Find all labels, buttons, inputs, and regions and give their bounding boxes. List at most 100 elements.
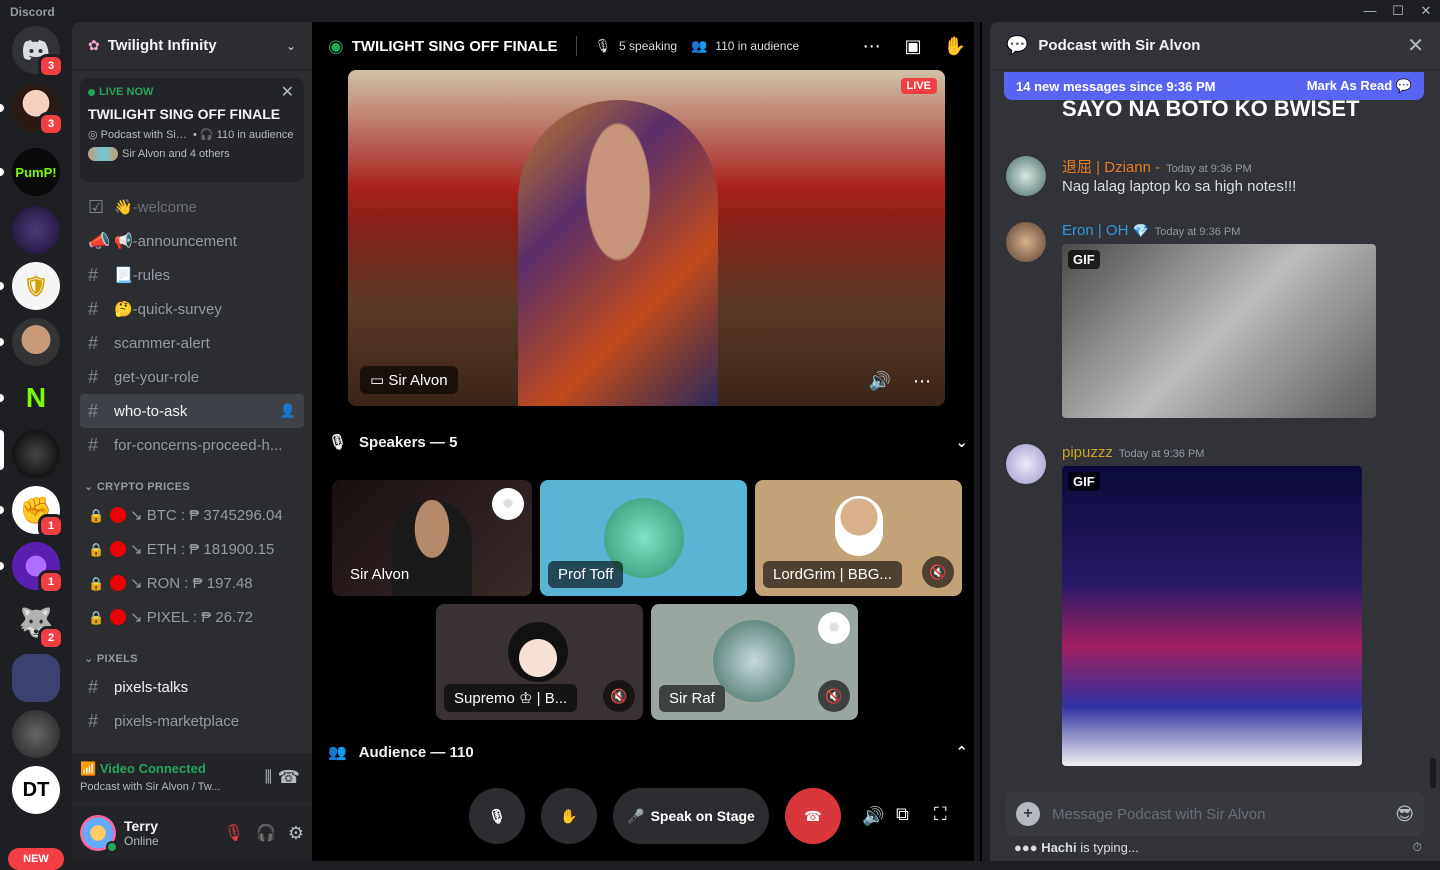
channel-who-to-ask[interactable]: # who-to-ask 👤 [80,394,304,428]
unread-pill [0,282,4,290]
main-video[interactable]: LIVE ▭ Sir Alvon 🔊 ⋯ [348,70,945,406]
headphones-icon[interactable]: 🎧 [256,823,276,843]
gif-attachment[interactable]: GIF [1062,466,1362,766]
speaker-tile[interactable]: LordGrim | BBG... 🔇 [755,480,962,596]
audience-header[interactable]: 👥 Audience — 110 ⌃ [328,740,968,764]
channel-label: 📢-announcement [114,233,237,250]
chevron-down-icon: ⌄ [955,434,968,451]
close-window-icon[interactable]: ✕ [1412,2,1440,20]
server-icon-twilight[interactable] [0,430,60,478]
pop-out-icon[interactable]: ⧉ [896,804,909,825]
channel-scammer-alert[interactable]: # scammer-alert [80,326,304,360]
server-icon[interactable] [12,206,60,254]
live-stage-card[interactable]: LIVE NOW ✕ TWILIGHT SING OFF FINALE ◎ Po… [80,78,304,182]
channel-welcome[interactable]: ☑ 👋-welcome [80,190,304,224]
speak-on-stage-button[interactable]: 🎤 Speak on Stage [613,788,769,844]
raise-hand-button[interactable]: ✋ [541,788,597,844]
channel-for-concerns[interactable]: # for-concerns-proceed-h... [80,428,304,462]
avatar[interactable] [1006,444,1046,484]
server-icon[interactable] [12,710,60,758]
avatar[interactable] [1006,222,1046,262]
server-icon[interactable]: 3 [0,84,64,136]
speaker-tile[interactable]: Sir Raf ✹ 🔇 [651,604,858,720]
speaker-tile[interactable]: Prof Toff [540,480,747,596]
close-icon[interactable]: ✕ [1407,33,1424,58]
server-icon[interactable]: 🛡 [0,262,60,310]
server-icon[interactable]: N [0,374,60,422]
message-author[interactable]: pipuzzz [1062,444,1113,461]
inbox-icon[interactable]: ▣ [905,36,922,57]
leave-stage-button[interactable]: ☎ [785,788,841,844]
channel-quick-survey[interactable]: # 🤔-quick-survey [80,292,304,326]
avatar[interactable] [1006,156,1046,196]
speaker-tile[interactable]: Sir Alvon ✹ [332,480,532,596]
mark-as-read-button[interactable]: Mark As Read 💬 [1307,78,1412,94]
server-icon[interactable] [0,318,60,366]
fullscreen-icon[interactable]: ⛶ [934,804,947,825]
message-author[interactable]: 退屈 | Dziann - [1062,159,1160,176]
invite-user-icon[interactable]: 👤 [280,403,296,419]
speakers-header[interactable]: 🎙 Speakers — 5 ⌄ [328,430,968,454]
voice-channel-ron[interactable]: 🔒 ↘ RON : ₱ 197.48 [80,566,304,600]
scrollbar[interactable] [974,22,980,861]
message-composer: + Message Podcast with Sir Alvon 😎 [1006,792,1424,836]
new-messages-bar[interactable]: 14 new messages since 9:36 PM Mark As Re… [1004,72,1424,100]
channel-pixels-talks[interactable]: # pixels-talks [80,670,304,704]
lock-icon: 🔒 [88,508,105,523]
disconnect-icon[interactable]: ☎ [278,767,300,788]
more-options-icon[interactable]: ⋯ [863,36,883,57]
settings-gear-icon[interactable]: ⚙ [288,823,304,844]
live-stage-title: TWILIGHT SING OFF FINALE [88,106,281,122]
gif-attachment[interactable]: GIF [1062,244,1376,418]
channel-announcement[interactable]: 📣 📢-announcement [80,224,304,258]
soundboard-icon[interactable]: ⫼ [265,769,272,787]
channel-label: ↘ RON : ₱ 197.48 [130,575,253,592]
user-panel: Terry Online 🎙 🎧 ⚙ [72,805,312,861]
speaker-tile[interactable]: Supremo ♔ | B... 🔇 [436,604,643,720]
voice-channel-eth[interactable]: 🔒 ↘ ETH : ₱ 181900.15 [80,532,304,566]
minimize-icon[interactable]: — [1356,2,1384,20]
emoji-picker-icon[interactable]: 😎 [1395,804,1414,825]
message-author[interactable]: Eron | OH [1062,222,1128,239]
scrollbar[interactable] [1430,758,1436,788]
guild-header[interactable]: ✿ Twilight Infinity ⌄ [72,22,312,70]
server-icon[interactable]: PumP! [0,148,60,196]
server-icon[interactable]: 🐺 2 [12,598,64,650]
channel-label: pixels-marketplace [114,712,240,730]
direct-messages-button[interactable]: 3 [12,26,64,78]
mute-mic-button[interactable]: 🎙 [469,788,525,844]
channel-rules[interactable]: # 📃-rules [80,258,304,292]
user-info[interactable]: Terry Online [124,818,224,848]
new-badge[interactable]: NEW [8,848,64,870]
server-icon[interactable]: 1 [0,542,64,594]
server-avatar [12,710,60,758]
speakers-header-label: Speakers — 5 [359,433,458,451]
server-folder[interactable] [12,654,60,702]
close-icon[interactable]: ✕ [281,82,294,102]
category-pixels[interactable]: ⌄ PIXELS [80,640,304,670]
voice-channel-pixel[interactable]: 🔒 ↘ PIXEL : ₱ 26.72 [80,600,304,634]
category-crypto-prices[interactable]: ⌄ CRYPTO PRICES [80,468,304,498]
volume-icon[interactable]: 🔊 [869,371,891,392]
speaker-name: Prof Toff [548,561,624,588]
channel-pixels-marketplace[interactable]: # pixels-marketplace [80,704,304,738]
server-icon[interactable]: ✊ 1 [0,486,64,538]
mic-muted-icon[interactable]: 🎙 [224,823,244,843]
volume-icon[interactable]: 🔊 [862,806,884,827]
mark-read-icon: 💬 [1395,78,1412,93]
channel-label: ↘ ETH : ₱ 181900.15 [130,541,275,558]
maximize-icon[interactable]: ☐ [1384,2,1412,20]
add-attachment-icon[interactable]: + [1016,802,1040,826]
message-input[interactable]: Message Podcast with Sir Alvon [1052,806,1383,823]
typing-indicator: ●●● Hachi is typing... [1014,840,1139,855]
avatar[interactable] [80,815,118,853]
more-options-icon[interactable]: ⋯ [913,371,931,392]
chevron-down-icon: ⌄ [84,481,94,493]
audience-icon: 👥 [691,38,708,53]
voice-channel-btc[interactable]: 🔒 ↘ BTC : ₱ 3745296.04 [80,498,304,532]
server-icon[interactable]: DT [12,766,60,814]
notification-badge: 3 [38,54,64,78]
raise-hand-queue-icon[interactable]: ✋ [944,36,966,57]
channel-get-your-role[interactable]: # get-your-role [80,360,304,394]
dt-logo-icon: DT [12,766,60,814]
